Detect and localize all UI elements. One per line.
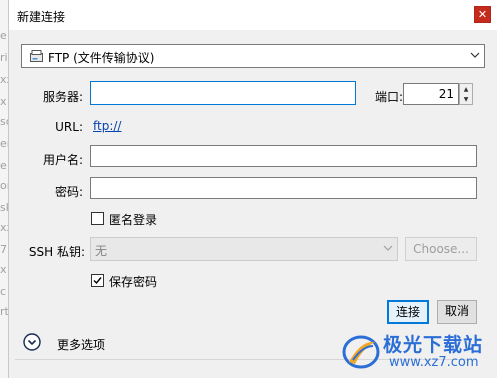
anonymous-checkbox[interactable]	[91, 212, 104, 225]
save-password-checkbox[interactable]	[91, 274, 104, 287]
title-bar[interactable]: 新建连接 ✕	[9, 0, 497, 30]
new-connection-dialog: 新建连接 ✕ FTP (文件传输协议) 服务器: 端口: 21 ▲ ▼ URL:…	[8, 0, 497, 378]
anonymous-label[interactable]: 匿名登录	[109, 211, 157, 228]
watermark-name: 极光下载站	[383, 334, 484, 356]
connect-button[interactable]: 连接	[387, 300, 429, 324]
bg-text: e	[0, 29, 7, 42]
watermark-logo-icon	[342, 335, 380, 369]
choose-key-button: Choose...	[405, 237, 477, 261]
cancel-button[interactable]: 取消	[437, 300, 477, 324]
username-label: 用户名:	[42, 153, 83, 167]
bg-text: 7	[0, 243, 7, 256]
spin-down-icon[interactable]: ▼	[460, 94, 472, 104]
expand-circle-icon[interactable]	[23, 333, 41, 351]
watermark: 极光下载站 www.xz7.com	[341, 330, 491, 374]
checkmark-icon	[93, 277, 102, 285]
ssh-key-value: 无	[95, 244, 108, 258]
port-input[interactable]: 21	[403, 83, 459, 105]
chevron-down-icon	[383, 245, 393, 251]
close-button[interactable]: ✕	[474, 6, 491, 23]
bg-text: x	[0, 263, 7, 276]
ssh-key-select: 无	[90, 237, 398, 261]
port-spinner[interactable]: ▲ ▼	[459, 83, 473, 105]
more-options-label[interactable]: 更多选项	[57, 336, 105, 353]
dialog-title: 新建连接	[17, 10, 66, 24]
save-password-label[interactable]: 保存密码	[109, 273, 157, 290]
url-link[interactable]: ftp://	[93, 119, 121, 133]
chevron-down-icon	[470, 52, 480, 58]
protocol-value: FTP (文件传输协议)	[48, 51, 155, 65]
server-input[interactable]	[90, 81, 356, 105]
ssh-key-label: SSH 私钥:	[28, 245, 85, 259]
port-label: 端口:	[374, 90, 403, 104]
server-label: 服务器:	[42, 90, 83, 104]
url-label: URL:	[55, 120, 83, 134]
ftp-drive-icon	[30, 50, 43, 62]
watermark-url: www.xz7.com	[389, 355, 479, 370]
bg-text: x	[0, 95, 7, 108]
bg-text: e	[0, 159, 7, 172]
bg-text: c	[0, 285, 7, 298]
spin-up-icon[interactable]: ▲	[460, 84, 472, 94]
username-input[interactable]	[90, 145, 477, 167]
close-icon: ✕	[477, 8, 488, 21]
password-label: 密码:	[54, 185, 83, 199]
password-input[interactable]	[90, 177, 477, 199]
protocol-select[interactable]: FTP (文件传输协议)	[21, 44, 485, 68]
